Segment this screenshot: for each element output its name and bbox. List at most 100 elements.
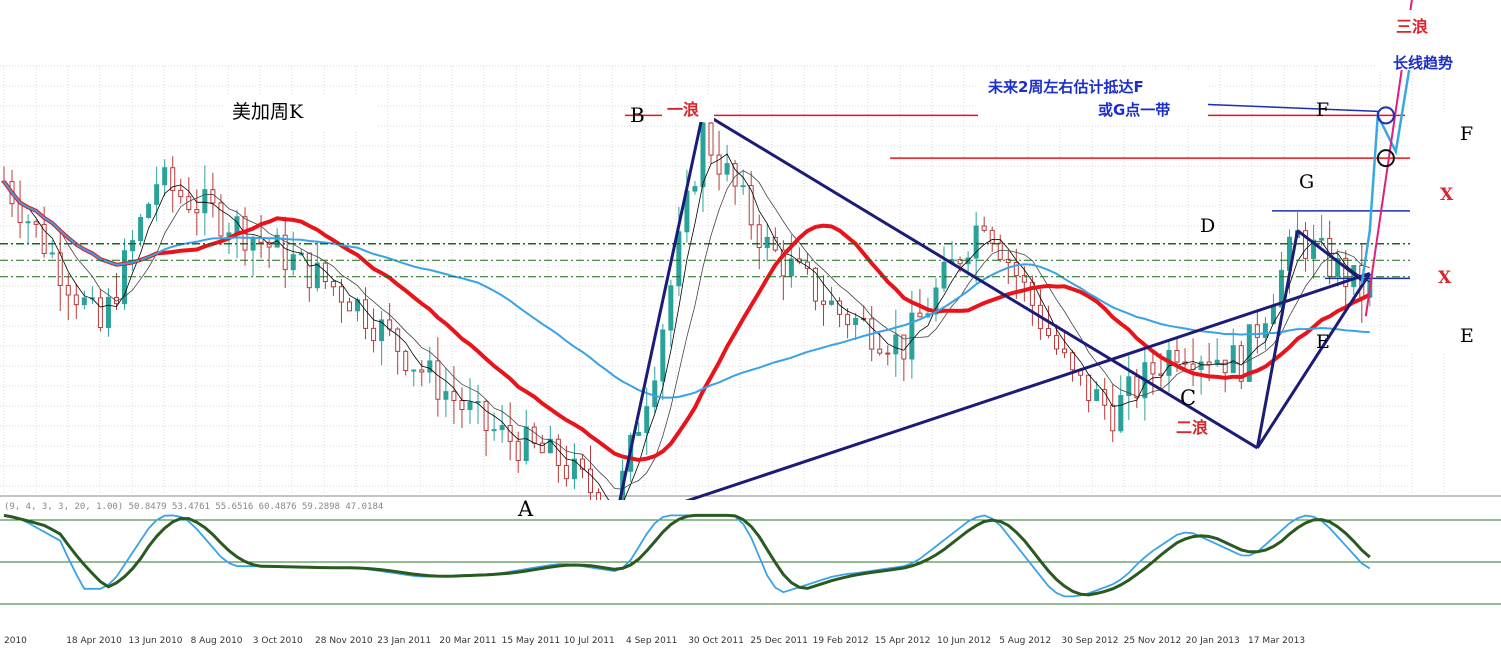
candle-body bbox=[33, 221, 39, 225]
candle-body bbox=[491, 429, 497, 432]
long-trend-label: 长线趋势 bbox=[1393, 54, 1453, 72]
forecast-line2: 或G点一带 bbox=[1098, 101, 1170, 119]
candle-body bbox=[1222, 359, 1228, 374]
candle-body bbox=[764, 236, 770, 249]
candle-body bbox=[668, 285, 674, 331]
candle-body bbox=[531, 426, 537, 444]
candle-body bbox=[893, 334, 899, 355]
candle-body bbox=[1086, 374, 1092, 401]
candle-body bbox=[877, 348, 883, 354]
candle-body bbox=[371, 327, 377, 342]
candle-body bbox=[427, 360, 433, 373]
osc-bg bbox=[0, 500, 1501, 628]
x-tick-label: 2010 bbox=[4, 636, 27, 646]
usdcad-weekly-chart: 美加周K B 一浪 A C 二浪 D E F G 未来2周左右估计抵达F 或G点… bbox=[0, 0, 1501, 646]
candle-body bbox=[829, 300, 835, 305]
candle-body bbox=[1053, 334, 1059, 350]
candle-body bbox=[1045, 328, 1051, 336]
point-label-c: C bbox=[1180, 386, 1196, 410]
x-tick-label: 25 Dec 2011 bbox=[750, 636, 808, 646]
candle-body bbox=[25, 221, 31, 224]
candle-body bbox=[435, 360, 441, 400]
measure-label-e: E bbox=[1460, 325, 1474, 347]
x-tick-label: 23 Jan 2011 bbox=[377, 636, 431, 646]
x-tick-label: 3 Oct 2010 bbox=[253, 636, 303, 646]
candle-body bbox=[1254, 324, 1260, 338]
x-tick-label: 17 Mar 2013 bbox=[1248, 636, 1305, 646]
candle-body bbox=[467, 401, 473, 411]
point-label-b: B bbox=[630, 103, 645, 127]
wave3-label: 三浪 bbox=[1396, 17, 1428, 36]
candle-body bbox=[1134, 376, 1140, 399]
candle-body bbox=[563, 464, 569, 480]
candle-body bbox=[306, 252, 312, 289]
candle-body bbox=[363, 299, 369, 329]
candle-body bbox=[419, 369, 425, 373]
x-tick-label: 30 Oct 2011 bbox=[688, 636, 744, 646]
candle-body bbox=[692, 186, 698, 192]
candle-body bbox=[909, 312, 915, 360]
candle-body bbox=[820, 300, 826, 305]
measure-x-upper: X bbox=[1440, 185, 1454, 205]
x-axis: 2010 18 Apr 2010 13 Jun 2010 8 Aug 2010 3 Oc… bbox=[4, 636, 1305, 646]
x-tick-label: 15 Apr 2012 bbox=[875, 636, 931, 646]
chart-title: 美加周K bbox=[232, 101, 304, 123]
measure-box bbox=[1410, 112, 1501, 352]
candle-body bbox=[941, 261, 947, 289]
candle-body bbox=[917, 312, 923, 318]
candle-body bbox=[1150, 362, 1156, 375]
point-label-f: F bbox=[1316, 99, 1329, 121]
wave1-label: 一浪 bbox=[667, 100, 699, 119]
oscillator-panel bbox=[0, 500, 1501, 628]
candle-body bbox=[451, 391, 457, 402]
point-label-e: E bbox=[1316, 331, 1330, 353]
candle-body bbox=[1110, 404, 1116, 432]
candle-body bbox=[73, 294, 79, 306]
candle-body bbox=[314, 262, 320, 289]
candle-body bbox=[475, 400, 481, 403]
indicator-params: (9, 4, 3, 3, 20, 1.00) 50.8479 53.4761 5… bbox=[4, 502, 383, 512]
candle-body bbox=[1029, 281, 1035, 306]
candle-body bbox=[210, 189, 216, 204]
candle-body bbox=[1094, 389, 1100, 401]
x-tick-label: 13 Jun 2010 bbox=[128, 636, 182, 646]
candle-body bbox=[708, 122, 714, 156]
candle-body bbox=[97, 297, 103, 329]
candle-body bbox=[1174, 350, 1180, 363]
candle-body bbox=[154, 184, 160, 205]
x-tick-label: 30 Sep 2012 bbox=[1061, 636, 1118, 646]
candle-body bbox=[146, 203, 152, 219]
candle-body bbox=[853, 317, 859, 326]
candle-body bbox=[1230, 345, 1236, 374]
candle-body bbox=[290, 254, 296, 271]
x-tick-label: 10 Jul 2011 bbox=[564, 636, 615, 646]
candle-body bbox=[499, 425, 505, 431]
candle-body bbox=[1262, 323, 1268, 338]
candle-body bbox=[1206, 361, 1212, 365]
candle-body bbox=[885, 352, 891, 355]
x-tick-label: 5 Aug 2012 bbox=[999, 636, 1051, 646]
candle-body bbox=[387, 319, 393, 330]
candle-body bbox=[403, 350, 409, 372]
candle-body bbox=[748, 185, 754, 226]
candle-body bbox=[989, 229, 995, 244]
candle-body bbox=[660, 329, 666, 382]
x-tick-label: 20 Mar 2011 bbox=[439, 636, 496, 646]
candle-body bbox=[138, 217, 144, 242]
candle-body bbox=[17, 203, 23, 224]
candle-body bbox=[676, 231, 682, 287]
candle-body bbox=[845, 313, 851, 326]
candle-body bbox=[788, 258, 794, 277]
measure-label-f: F bbox=[1460, 123, 1473, 145]
wave2-label: 二浪 bbox=[1176, 418, 1208, 437]
measure-x-lower: X bbox=[1438, 268, 1452, 288]
candle-body bbox=[81, 297, 87, 306]
x-tick-label: 20 Jan 2013 bbox=[1186, 636, 1240, 646]
point-label-d: D bbox=[1200, 215, 1215, 237]
candle-body bbox=[338, 286, 344, 303]
point-label-a: A bbox=[517, 497, 534, 521]
candle-body bbox=[740, 185, 746, 188]
price-panel-bg bbox=[0, 66, 1501, 494]
candle-body bbox=[515, 440, 521, 461]
x-tick-label: 10 Jun 2012 bbox=[937, 636, 991, 646]
